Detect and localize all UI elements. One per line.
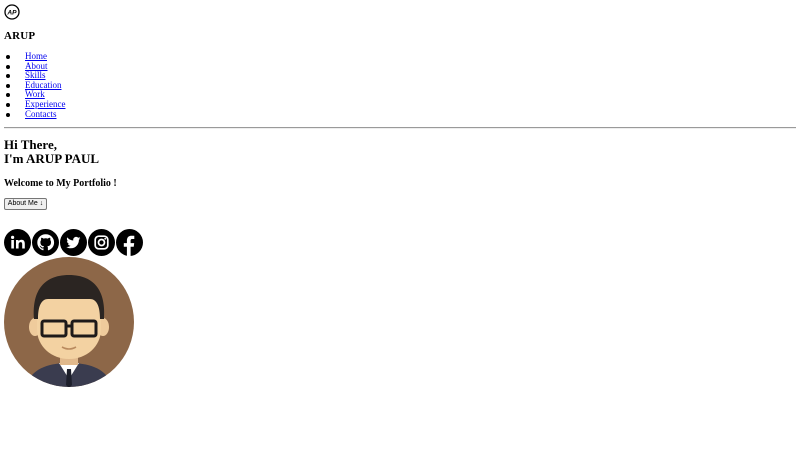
nav-link-about[interactable]: About xyxy=(25,61,48,71)
portfolio-page: AP ARUP Home About Skills Education Work… xyxy=(0,0,800,450)
nav-link-skills[interactable]: Skills xyxy=(25,70,46,80)
nav-item-contacts: Contacts xyxy=(5,109,65,120)
ap-logo-icon[interactable]: AP xyxy=(4,4,20,20)
github-icon[interactable] xyxy=(32,229,59,256)
profile-avatar xyxy=(4,257,134,387)
nav-link-work[interactable]: Work xyxy=(25,89,45,100)
hero-greeting: Hi There, xyxy=(4,137,57,152)
horizontal-divider xyxy=(4,127,796,129)
hero-heading: Hi There, I'm ARUP PAUL xyxy=(4,138,99,166)
cartoon-man-avatar-icon xyxy=(4,257,134,387)
nav-link-education[interactable]: Education xyxy=(25,80,62,90)
linkedin-icon[interactable] xyxy=(4,229,31,256)
nav-link-contacts[interactable]: Contacts xyxy=(25,109,57,119)
instagram-icon[interactable] xyxy=(88,229,115,256)
brand-name: ARUP xyxy=(4,30,36,42)
hero-name: I'm ARUP PAUL xyxy=(4,151,100,166)
main-nav: Home About Skills Education Work Experie… xyxy=(5,51,65,120)
about-me-button[interactable]: About Me ↓ xyxy=(4,198,47,210)
twitter-icon[interactable] xyxy=(60,229,87,256)
svg-text:AP: AP xyxy=(6,10,17,17)
facebook-icon[interactable] xyxy=(116,229,143,256)
welcome-text: Welcome to My Portfolio ! xyxy=(4,178,117,189)
nav-link-experience[interactable]: Experience xyxy=(25,99,65,109)
nav-link-home[interactable]: Home xyxy=(25,51,47,61)
